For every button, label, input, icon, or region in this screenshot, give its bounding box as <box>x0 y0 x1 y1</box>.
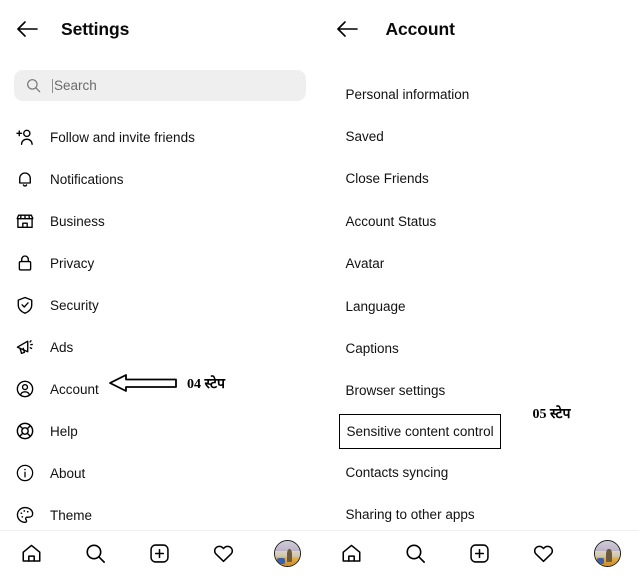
bottom-nav-bar <box>0 530 320 576</box>
sidebar-item-account[interactable]: Account <box>0 368 320 410</box>
account-item-sensitive-content-control[interactable]: Sensitive content control <box>338 412 639 451</box>
dual-screenshot-container: Settings Search Follow and invite friend… <box>0 0 639 576</box>
plus-square-icon[interactable] <box>462 537 496 571</box>
account-item-label: Captions <box>345 341 399 357</box>
account-item-captions[interactable]: Captions <box>320 327 639 369</box>
account-item-avatar[interactable]: Avatar <box>320 243 639 285</box>
page-title: Account <box>385 18 455 39</box>
search-input[interactable]: Search <box>14 70 306 101</box>
plus-square-icon[interactable] <box>143 537 177 571</box>
home-icon[interactable] <box>15 537 49 571</box>
sidebar-item-privacy[interactable]: Privacy <box>0 242 320 284</box>
account-item-label: Saved <box>345 129 384 145</box>
person-add-icon <box>14 126 36 148</box>
sidebar-item-label: Security <box>50 297 99 313</box>
account-item-label: Sensitive content control <box>338 414 501 450</box>
palette-icon <box>14 504 36 526</box>
lock-icon <box>14 252 36 274</box>
avatar[interactable] <box>590 537 624 571</box>
account-item-account-status[interactable]: Account Status <box>320 200 639 242</box>
account-item-close-friends[interactable]: Close Friends <box>320 158 639 200</box>
search-icon <box>26 78 41 93</box>
sidebar-item-about[interactable]: About <box>0 452 320 494</box>
settings-screen: Settings Search Follow and invite friend… <box>0 0 320 576</box>
avatar-icon[interactable] <box>274 540 301 567</box>
avatar-icon[interactable] <box>593 540 621 567</box>
account-item-label: Close Friends <box>345 171 429 187</box>
search-icon[interactable] <box>79 537 113 571</box>
shield-check-icon <box>14 294 36 316</box>
lifebuoy-icon <box>14 420 36 442</box>
account-item-label: Avatar <box>345 256 385 272</box>
heart-icon[interactable] <box>526 537 560 571</box>
avatar-accent <box>277 558 285 564</box>
search-placeholder: Search <box>54 78 97 93</box>
sidebar-item-label: Notifications <box>50 171 124 187</box>
account-item-label: Account Status <box>345 213 437 229</box>
sidebar-item-label: Ads <box>50 339 74 355</box>
avatar-figure <box>606 549 612 562</box>
page-title: Settings <box>61 18 130 39</box>
avatar[interactable] <box>271 537 305 571</box>
avatar-figure <box>286 549 292 562</box>
account-circle-icon <box>14 378 36 400</box>
account-item-saved[interactable]: Saved <box>320 115 639 157</box>
sidebar-item-notifications[interactable]: Notifications <box>0 158 320 200</box>
account-header: Account <box>320 0 639 52</box>
sidebar-item-label: Privacy <box>50 255 95 271</box>
search-icon[interactable] <box>398 537 432 571</box>
account-item-label: Contacts syncing <box>345 464 449 480</box>
megaphone-icon <box>14 336 36 358</box>
account-item-personal-information[interactable]: Personal information <box>320 73 639 115</box>
sidebar-item-label: Business <box>50 213 105 229</box>
bell-icon <box>14 168 36 190</box>
account-item-label: Language <box>345 298 406 314</box>
storefront-icon <box>14 210 36 232</box>
sidebar-item-label: Follow and invite friends <box>50 129 195 145</box>
account-item-language[interactable]: Language <box>320 285 639 327</box>
sidebar-item-label: Help <box>50 423 78 439</box>
sidebar-item-security[interactable]: Security <box>0 284 320 326</box>
sidebar-item-ads[interactable]: Ads <box>0 326 320 368</box>
account-item-contacts-syncing[interactable]: Contacts syncing <box>320 451 639 493</box>
bottom-nav-bar <box>319 530 639 576</box>
sidebar-item-business[interactable]: Business <box>0 200 320 242</box>
settings-header: Settings <box>0 0 320 52</box>
account-list: Personal information Saved Close Friends… <box>320 73 639 536</box>
account-item-browser-settings[interactable]: Browser settings <box>320 370 639 412</box>
account-item-label: Browser settings <box>345 383 446 399</box>
settings-list: Follow and invite friends Notifications <box>0 116 320 536</box>
info-circle-icon <box>14 462 36 484</box>
account-item-label: Sharing to other apps <box>345 507 475 523</box>
arrow-left-icon[interactable] <box>334 16 360 42</box>
arrow-left-icon[interactable] <box>14 16 40 42</box>
home-icon[interactable] <box>334 537 368 571</box>
avatar-accent <box>596 558 604 564</box>
search-container: Search <box>0 52 320 101</box>
sidebar-item-label: About <box>50 465 86 481</box>
sidebar-item-label: Account <box>50 381 99 397</box>
account-screen: Account Personal information Saved Close… <box>319 0 639 576</box>
sidebar-item-follow-and-invite-friends[interactable]: Follow and invite friends <box>0 116 320 158</box>
sidebar-item-help[interactable]: Help <box>0 410 320 452</box>
text-caret <box>52 78 53 93</box>
sidebar-item-label: Theme <box>50 507 93 523</box>
heart-icon[interactable] <box>207 537 241 571</box>
account-item-label: Personal information <box>345 86 470 102</box>
